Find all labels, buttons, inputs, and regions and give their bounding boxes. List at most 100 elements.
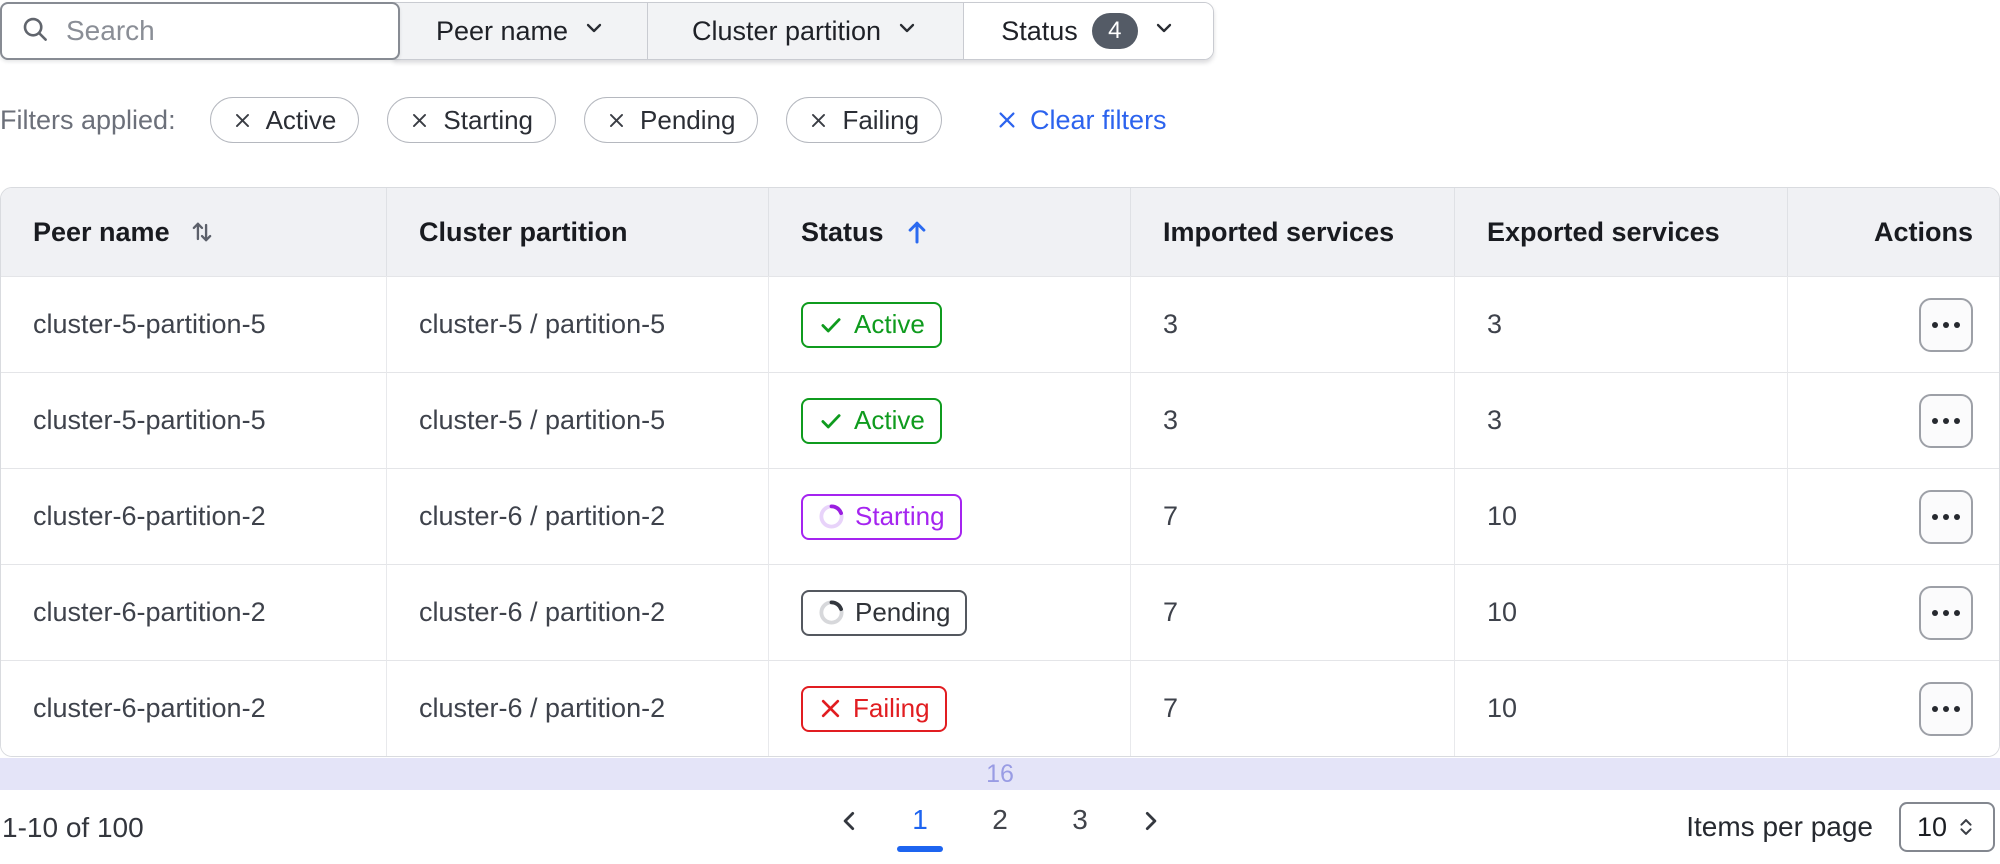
pager: 1 2 3	[837, 790, 1163, 852]
page-button-2[interactable]: 2	[977, 790, 1023, 852]
row-actions-button[interactable]	[1919, 585, 1973, 640]
cell-peer-name: cluster-5-partition-5	[1, 372, 386, 468]
clear-filters-link[interactable]: Clear filters	[996, 105, 1167, 136]
search-box[interactable]	[0, 2, 400, 60]
next-page-button[interactable]	[1137, 790, 1163, 852]
column-header-cluster-partition[interactable]: Cluster partition	[386, 188, 768, 276]
cell-exported-services: 10	[1454, 660, 1787, 756]
chevron-down-icon	[582, 16, 606, 47]
filter-chip-starting[interactable]: Starting	[387, 97, 557, 143]
cell-actions	[1787, 564, 1999, 660]
page-number: 2	[992, 804, 1008, 835]
scroll-indicator-strip[interactable]: 16	[0, 758, 2000, 790]
status-badge-label: Active	[854, 309, 925, 339]
items-per-page-value: 10	[1916, 811, 1948, 842]
cell-status: Active	[768, 276, 1130, 372]
column-header-peer-name[interactable]: Peer name	[1, 188, 386, 276]
cell-imported-services: 7	[1130, 564, 1454, 660]
column-header-label: Actions	[1873, 216, 1973, 247]
cell-actions	[1787, 468, 1999, 564]
clear-filters-label: Clear filters	[1030, 104, 1167, 135]
table-header-row: Peer name Cluster partition Status Impor…	[1, 188, 1999, 276]
cluster-partition-dropdown[interactable]: Cluster partition	[647, 3, 963, 59]
cell-imported-services: 3	[1130, 276, 1454, 372]
peer-name-dropdown[interactable]: Peer name	[395, 3, 647, 59]
filter-chips: Active Starting Pending Failing	[209, 97, 943, 143]
peers-table: Peer name Cluster partition Status Impor…	[0, 187, 2000, 757]
cell-status: Pending	[768, 564, 1130, 660]
results-range-label: 1-10 of 100	[2, 812, 144, 843]
row-actions-button[interactable]	[1919, 681, 1973, 736]
table-row: cluster-6-partition-2 cluster-6 / partit…	[1, 468, 1999, 564]
pagination-bar: 1-10 of 100 1 2 3 Items per page 10	[0, 790, 2000, 864]
status-badge: Starting	[801, 493, 962, 540]
cell-actions	[1787, 372, 1999, 468]
filter-chip-pending[interactable]: Pending	[584, 97, 759, 143]
chevron-left-icon	[843, 812, 855, 830]
column-header-label: Peer name	[33, 216, 170, 247]
status-count-badge: 4	[1091, 13, 1138, 49]
filter-chip-label: Pending	[640, 104, 736, 135]
items-per-page: Items per page 10	[1686, 802, 1995, 852]
sort-ascending-icon[interactable]	[902, 217, 932, 247]
cell-exported-services: 10	[1454, 468, 1787, 564]
spinner-icon	[819, 504, 844, 529]
cell-imported-services: 7	[1130, 660, 1454, 756]
cell-peer-name: cluster-6-partition-2	[1, 564, 386, 660]
x-icon	[821, 699, 840, 718]
check-icon	[821, 317, 841, 332]
items-per-page-select[interactable]: 10	[1899, 802, 1995, 852]
previous-page-button[interactable]	[837, 790, 863, 852]
row-actions-button[interactable]	[1919, 393, 1973, 448]
column-header-label: Status	[801, 216, 884, 247]
column-header-label: Imported services	[1163, 216, 1395, 247]
filters-applied-row: Filters applied: Active Starting Pending…	[0, 97, 1167, 143]
column-header-status[interactable]: Status	[768, 188, 1130, 276]
status-dropdown-label: Status	[1001, 15, 1078, 46]
table-row: cluster-5-partition-5 cluster-5 / partit…	[1, 372, 1999, 468]
cell-peer-name: cluster-5-partition-5	[1, 276, 386, 372]
cell-peer-name: cluster-6-partition-2	[1, 660, 386, 756]
items-per-page-label: Items per page	[1686, 811, 1873, 842]
status-badge-label: Pending	[855, 597, 951, 627]
row-actions-button[interactable]	[1919, 489, 1973, 544]
row-actions-button[interactable]	[1919, 297, 1973, 352]
cell-actions	[1787, 276, 1999, 372]
status-badge-label: Failing	[853, 693, 930, 723]
check-icon	[821, 413, 841, 428]
filter-dropdown-group: Peer name Cluster partition Status 4	[394, 2, 1214, 60]
status-badge: Active	[801, 301, 942, 348]
filter-chip-active[interactable]: Active	[209, 97, 360, 143]
page-button-1[interactable]: 1	[897, 790, 943, 852]
table-row: cluster-6-partition-2 cluster-6 / partit…	[1, 660, 1999, 756]
cell-exported-services: 3	[1454, 276, 1787, 372]
chevron-down-icon	[895, 16, 919, 47]
cell-status: Failing	[768, 660, 1130, 756]
remove-filter-icon	[413, 113, 427, 127]
filter-chip-failing[interactable]: Failing	[786, 97, 943, 143]
remove-filter-icon	[610, 113, 624, 127]
sort-both-icon[interactable]	[188, 218, 216, 246]
column-header-label: Exported services	[1487, 216, 1720, 247]
cell-cluster-partition: cluster-6 / partition-2	[386, 564, 768, 660]
column-header-exported-services: Exported services	[1454, 188, 1787, 276]
cell-imported-services: 3	[1130, 372, 1454, 468]
table-row: cluster-6-partition-2 cluster-6 / partit…	[1, 564, 1999, 660]
chevron-down-icon	[1152, 16, 1176, 47]
cell-cluster-partition: cluster-5 / partition-5	[386, 276, 768, 372]
page-number: 3	[1072, 804, 1088, 835]
page-button-3[interactable]: 3	[1057, 790, 1103, 852]
current-page-indicator	[897, 846, 943, 852]
status-badge: Failing	[801, 685, 947, 732]
cell-exported-services: 10	[1454, 564, 1787, 660]
status-dropdown[interactable]: Status 4	[963, 3, 1213, 59]
search-input[interactable]	[66, 15, 366, 47]
cell-cluster-partition: cluster-5 / partition-5	[386, 372, 768, 468]
filter-toolbar: Peer name Cluster partition Status 4	[0, 2, 1214, 60]
filters-applied-label: Filters applied:	[0, 104, 176, 135]
column-header-imported-services: Imported services	[1130, 188, 1454, 276]
remove-filter-icon	[812, 113, 826, 127]
peer-name-dropdown-label: Peer name	[435, 15, 569, 46]
column-header-label: Cluster partition	[419, 216, 628, 247]
cell-peer-name: cluster-6-partition-2	[1, 468, 386, 564]
